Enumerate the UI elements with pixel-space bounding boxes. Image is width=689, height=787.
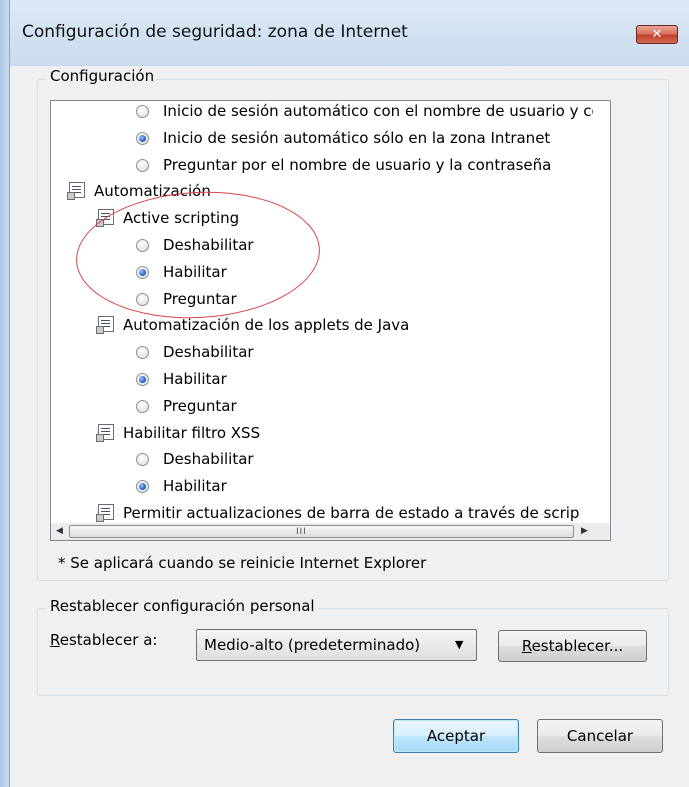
window-title: Configuración de seguridad: zona de Inte… (22, 22, 408, 42)
settings-category-label: Habilitar filtro XSS (123, 423, 261, 442)
settings-tree-items: Inicio de sesión automático con el nombr… (51, 101, 593, 523)
radio-option[interactable]: Preguntar por el nombre de usuario y la … (51, 152, 591, 178)
reset-button-accelerator: R (521, 637, 532, 655)
reset-level-dropdown[interactable]: Medio-alto (predeterminado) ▼ (196, 629, 477, 661)
radio-option[interactable]: Habilitar (51, 259, 591, 285)
radio-button-selected[interactable] (136, 131, 149, 145)
settings-category[interactable]: Permitir actualizaciones de barra de est… (51, 500, 591, 523)
radio-button[interactable] (136, 105, 149, 118)
radio-option-label: Preguntar por el nombre de usuario y la … (163, 155, 552, 174)
chevron-down-icon: ▼ (455, 638, 464, 651)
radio-button[interactable] (136, 453, 149, 467)
title-bar: Configuración de seguridad: zona de Inte… (10, 0, 689, 66)
scroll-right-icon[interactable]: ▶ (581, 526, 588, 536)
settings-category[interactable]: Habilitar filtro XSS (51, 420, 591, 446)
radio-option-label: Habilitar (163, 262, 227, 281)
ok-button[interactable]: Aceptar (393, 719, 519, 753)
radio-button[interactable] (136, 346, 149, 360)
horizontal-scroll-thumb[interactable]: III (69, 525, 574, 538)
settings-category-label: Permitir actualizaciones de barra de est… (123, 504, 580, 522)
settings-category-label: Automatización de los applets de Java (123, 316, 410, 335)
reset-to-label-text: establecer a: (59, 631, 158, 649)
radio-option[interactable]: Deshabilitar (51, 446, 591, 472)
close-button[interactable]: ✕ (636, 25, 678, 44)
settings-category[interactable]: Automatización (51, 178, 591, 204)
radio-button[interactable] (136, 292, 149, 306)
radio-option-label: Deshabilitar (163, 343, 254, 362)
settings-category[interactable]: Automatización de los applets de Java (51, 312, 591, 338)
radio-option-label: Habilitar (163, 477, 227, 496)
reset-level-value: Medio-alto (predeterminado) (204, 636, 421, 654)
radio-option-label: Preguntar (163, 396, 237, 415)
vertical-scrollbar[interactable]: ▲ ▼ (610, 101, 611, 523)
radio-button-selected[interactable] (136, 265, 149, 279)
radio-button-selected[interactable] (136, 373, 149, 386)
radio-option-label: Deshabilitar (163, 450, 254, 469)
scroll-thumb-grip: III (296, 527, 307, 537)
settings-category[interactable]: Active scripting (51, 205, 591, 231)
settings-category-icon (96, 423, 114, 442)
window-left-border (0, 0, 10, 787)
radio-button[interactable] (136, 399, 149, 413)
horizontal-scrollbar[interactable]: ◀ III ▶ (51, 523, 593, 540)
radio-option[interactable]: Inicio de sesión automático sólo en la z… (51, 125, 591, 151)
reset-to-label-accelerator: R (50, 631, 60, 649)
radio-option-label: Habilitar (163, 370, 227, 388)
radio-option-label: Inicio de sesión automático con el nombr… (163, 102, 593, 120)
settings-group-label: Configuración (47, 67, 158, 85)
settings-category-icon (96, 209, 114, 228)
radio-button[interactable] (136, 158, 149, 172)
reset-group-label: Restablecer configuración personal (47, 597, 318, 615)
radio-button[interactable] (136, 239, 149, 252)
reset-button-label: establecer... (531, 637, 624, 655)
settings-category-label: Active scripting (123, 209, 240, 228)
scroll-left-icon[interactable]: ◀ (56, 526, 63, 536)
radio-option-label: Deshabilitar (163, 236, 254, 254)
radio-option-label: Inicio de sesión automático sólo en la z… (163, 128, 551, 147)
radio-option-label: Preguntar (163, 289, 237, 308)
radio-button-selected[interactable] (136, 480, 149, 494)
settings-category-icon (96, 504, 114, 522)
radio-option[interactable]: Habilitar (51, 473, 591, 499)
radio-option[interactable]: Deshabilitar (51, 232, 591, 258)
radio-option[interactable]: Inicio de sesión automático con el nombr… (51, 101, 593, 124)
restart-note: * Se aplicará cuando se reinicie Interne… (58, 554, 427, 572)
close-icon: ✕ (651, 27, 663, 42)
settings-tree-list[interactable]: Inicio de sesión automático con el nombr… (50, 100, 611, 541)
settings-category-icon (96, 316, 114, 335)
settings-category-icon (67, 182, 85, 201)
radio-option[interactable]: Deshabilitar (51, 339, 591, 365)
cancel-button[interactable]: Cancelar (537, 719, 663, 753)
radio-option[interactable]: Habilitar (51, 366, 591, 392)
scrollbar-corner (593, 523, 610, 540)
reset-to-label: Restablecer a: (50, 631, 157, 649)
reset-button[interactable]: Restablecer... (498, 630, 647, 662)
settings-category-label: Automatización (94, 182, 211, 201)
radio-option[interactable]: Preguntar (51, 286, 591, 312)
radio-option[interactable]: Preguntar (51, 393, 591, 419)
